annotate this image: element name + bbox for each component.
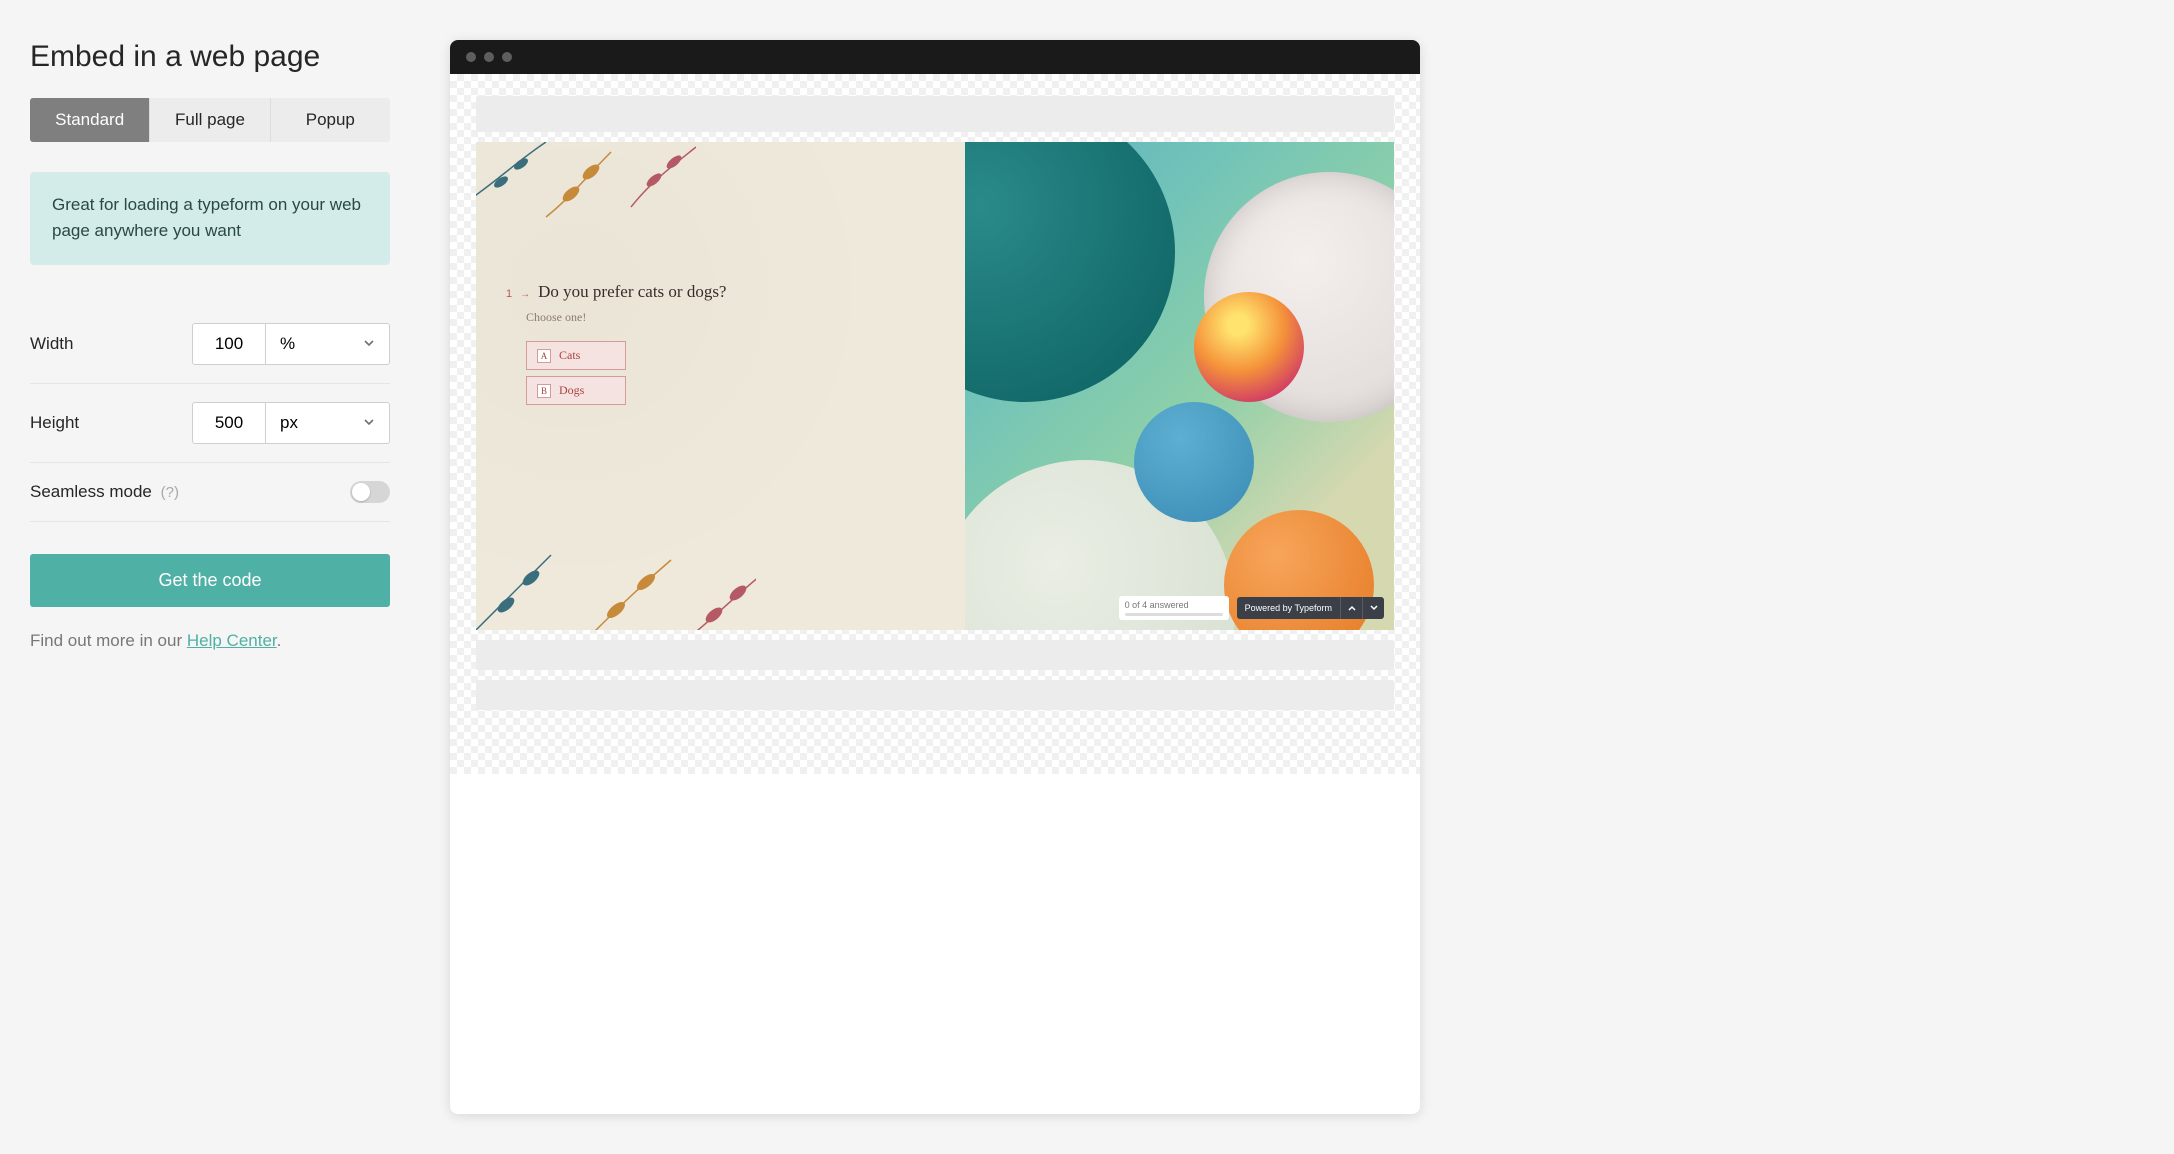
- width-row: Width %: [30, 305, 390, 384]
- height-input[interactable]: [192, 402, 266, 444]
- question-hint: Choose one!: [526, 310, 935, 325]
- bubble-decoration-icon: [1134, 402, 1254, 522]
- placeholder-block: [476, 640, 1394, 670]
- get-code-button[interactable]: Get the code: [30, 554, 390, 607]
- option-a[interactable]: A Cats: [526, 341, 626, 370]
- prev-question-button[interactable]: [1340, 597, 1362, 619]
- seamless-label: Seamless mode (?): [30, 482, 179, 502]
- powered-by-badge: Powered by Typeform: [1237, 597, 1384, 619]
- embed-settings-panel: Embed in a web page Standard Full page P…: [30, 40, 390, 1114]
- progress-indicator: 0 of 4 answered: [1119, 596, 1229, 620]
- height-input-group: px: [192, 402, 390, 444]
- tab-popup[interactable]: Popup: [270, 98, 390, 142]
- preview-titlebar: [450, 40, 1420, 74]
- width-unit-select[interactable]: %: [266, 323, 390, 365]
- help-center-link[interactable]: Help Center: [187, 631, 277, 650]
- width-input-group: %: [192, 323, 390, 365]
- mode-description: Great for loading a typeform on your web…: [30, 172, 390, 265]
- height-unit-select[interactable]: px: [266, 402, 390, 444]
- option-b[interactable]: B Dogs: [526, 376, 626, 405]
- typeform-question-panel: 1 → Do you prefer cats or dogs? Choose o…: [476, 142, 965, 630]
- option-key: B: [537, 384, 551, 398]
- next-question-button[interactable]: [1362, 597, 1384, 619]
- tab-standard[interactable]: Standard: [30, 98, 149, 142]
- embed-mode-tabs: Standard Full page Popup: [30, 98, 390, 142]
- help-line: Find out more in our Help Center.: [30, 631, 390, 651]
- typeform-footer: 0 of 4 answered Powered by Typeform: [1119, 596, 1384, 620]
- chevron-down-icon: [363, 334, 375, 354]
- page-title: Embed in a web page: [30, 40, 390, 74]
- chevron-down-icon: [363, 413, 375, 433]
- bubble-decoration-icon: [1194, 292, 1304, 402]
- height-row: Height px: [30, 384, 390, 463]
- option-label: Cats: [559, 348, 580, 363]
- placeholder-block: [476, 96, 1394, 132]
- height-label: Height: [30, 413, 79, 433]
- typeform-image-panel: 0 of 4 answered Powered by Typeform: [965, 142, 1394, 630]
- option-label: Dogs: [559, 383, 584, 398]
- leaves-decoration-icon: [476, 520, 756, 630]
- powered-by-label[interactable]: Powered by Typeform: [1237, 597, 1340, 619]
- typeform-embed-preview: 1 → Do you prefer cats or dogs? Choose o…: [476, 142, 1394, 630]
- preview-body: 1 → Do you prefer cats or dogs? Choose o…: [450, 74, 1420, 774]
- window-dot-icon: [466, 52, 476, 62]
- placeholder-block: [476, 680, 1394, 710]
- window-dot-icon: [502, 52, 512, 62]
- width-input[interactable]: [192, 323, 266, 365]
- seamless-row: Seamless mode (?): [30, 463, 390, 522]
- seamless-help-icon[interactable]: (?): [161, 484, 179, 501]
- leaves-decoration-icon: [476, 142, 696, 232]
- question-number: 1: [506, 288, 512, 300]
- preview-browser-window: 1 → Do you prefer cats or dogs? Choose o…: [450, 40, 1420, 1114]
- window-dot-icon: [484, 52, 494, 62]
- seamless-toggle[interactable]: [350, 481, 390, 503]
- tab-full-page[interactable]: Full page: [149, 98, 269, 142]
- question-row: 1 → Do you prefer cats or dogs?: [506, 282, 935, 302]
- height-unit-value: px: [280, 413, 298, 433]
- width-unit-value: %: [280, 334, 295, 354]
- question-text: Do you prefer cats or dogs?: [538, 282, 726, 302]
- option-key: A: [537, 349, 551, 363]
- arrow-right-icon: →: [520, 289, 530, 300]
- width-label: Width: [30, 334, 73, 354]
- preview-pane: 1 → Do you prefer cats or dogs? Choose o…: [450, 40, 2144, 1114]
- bubble-decoration-icon: [965, 142, 1175, 402]
